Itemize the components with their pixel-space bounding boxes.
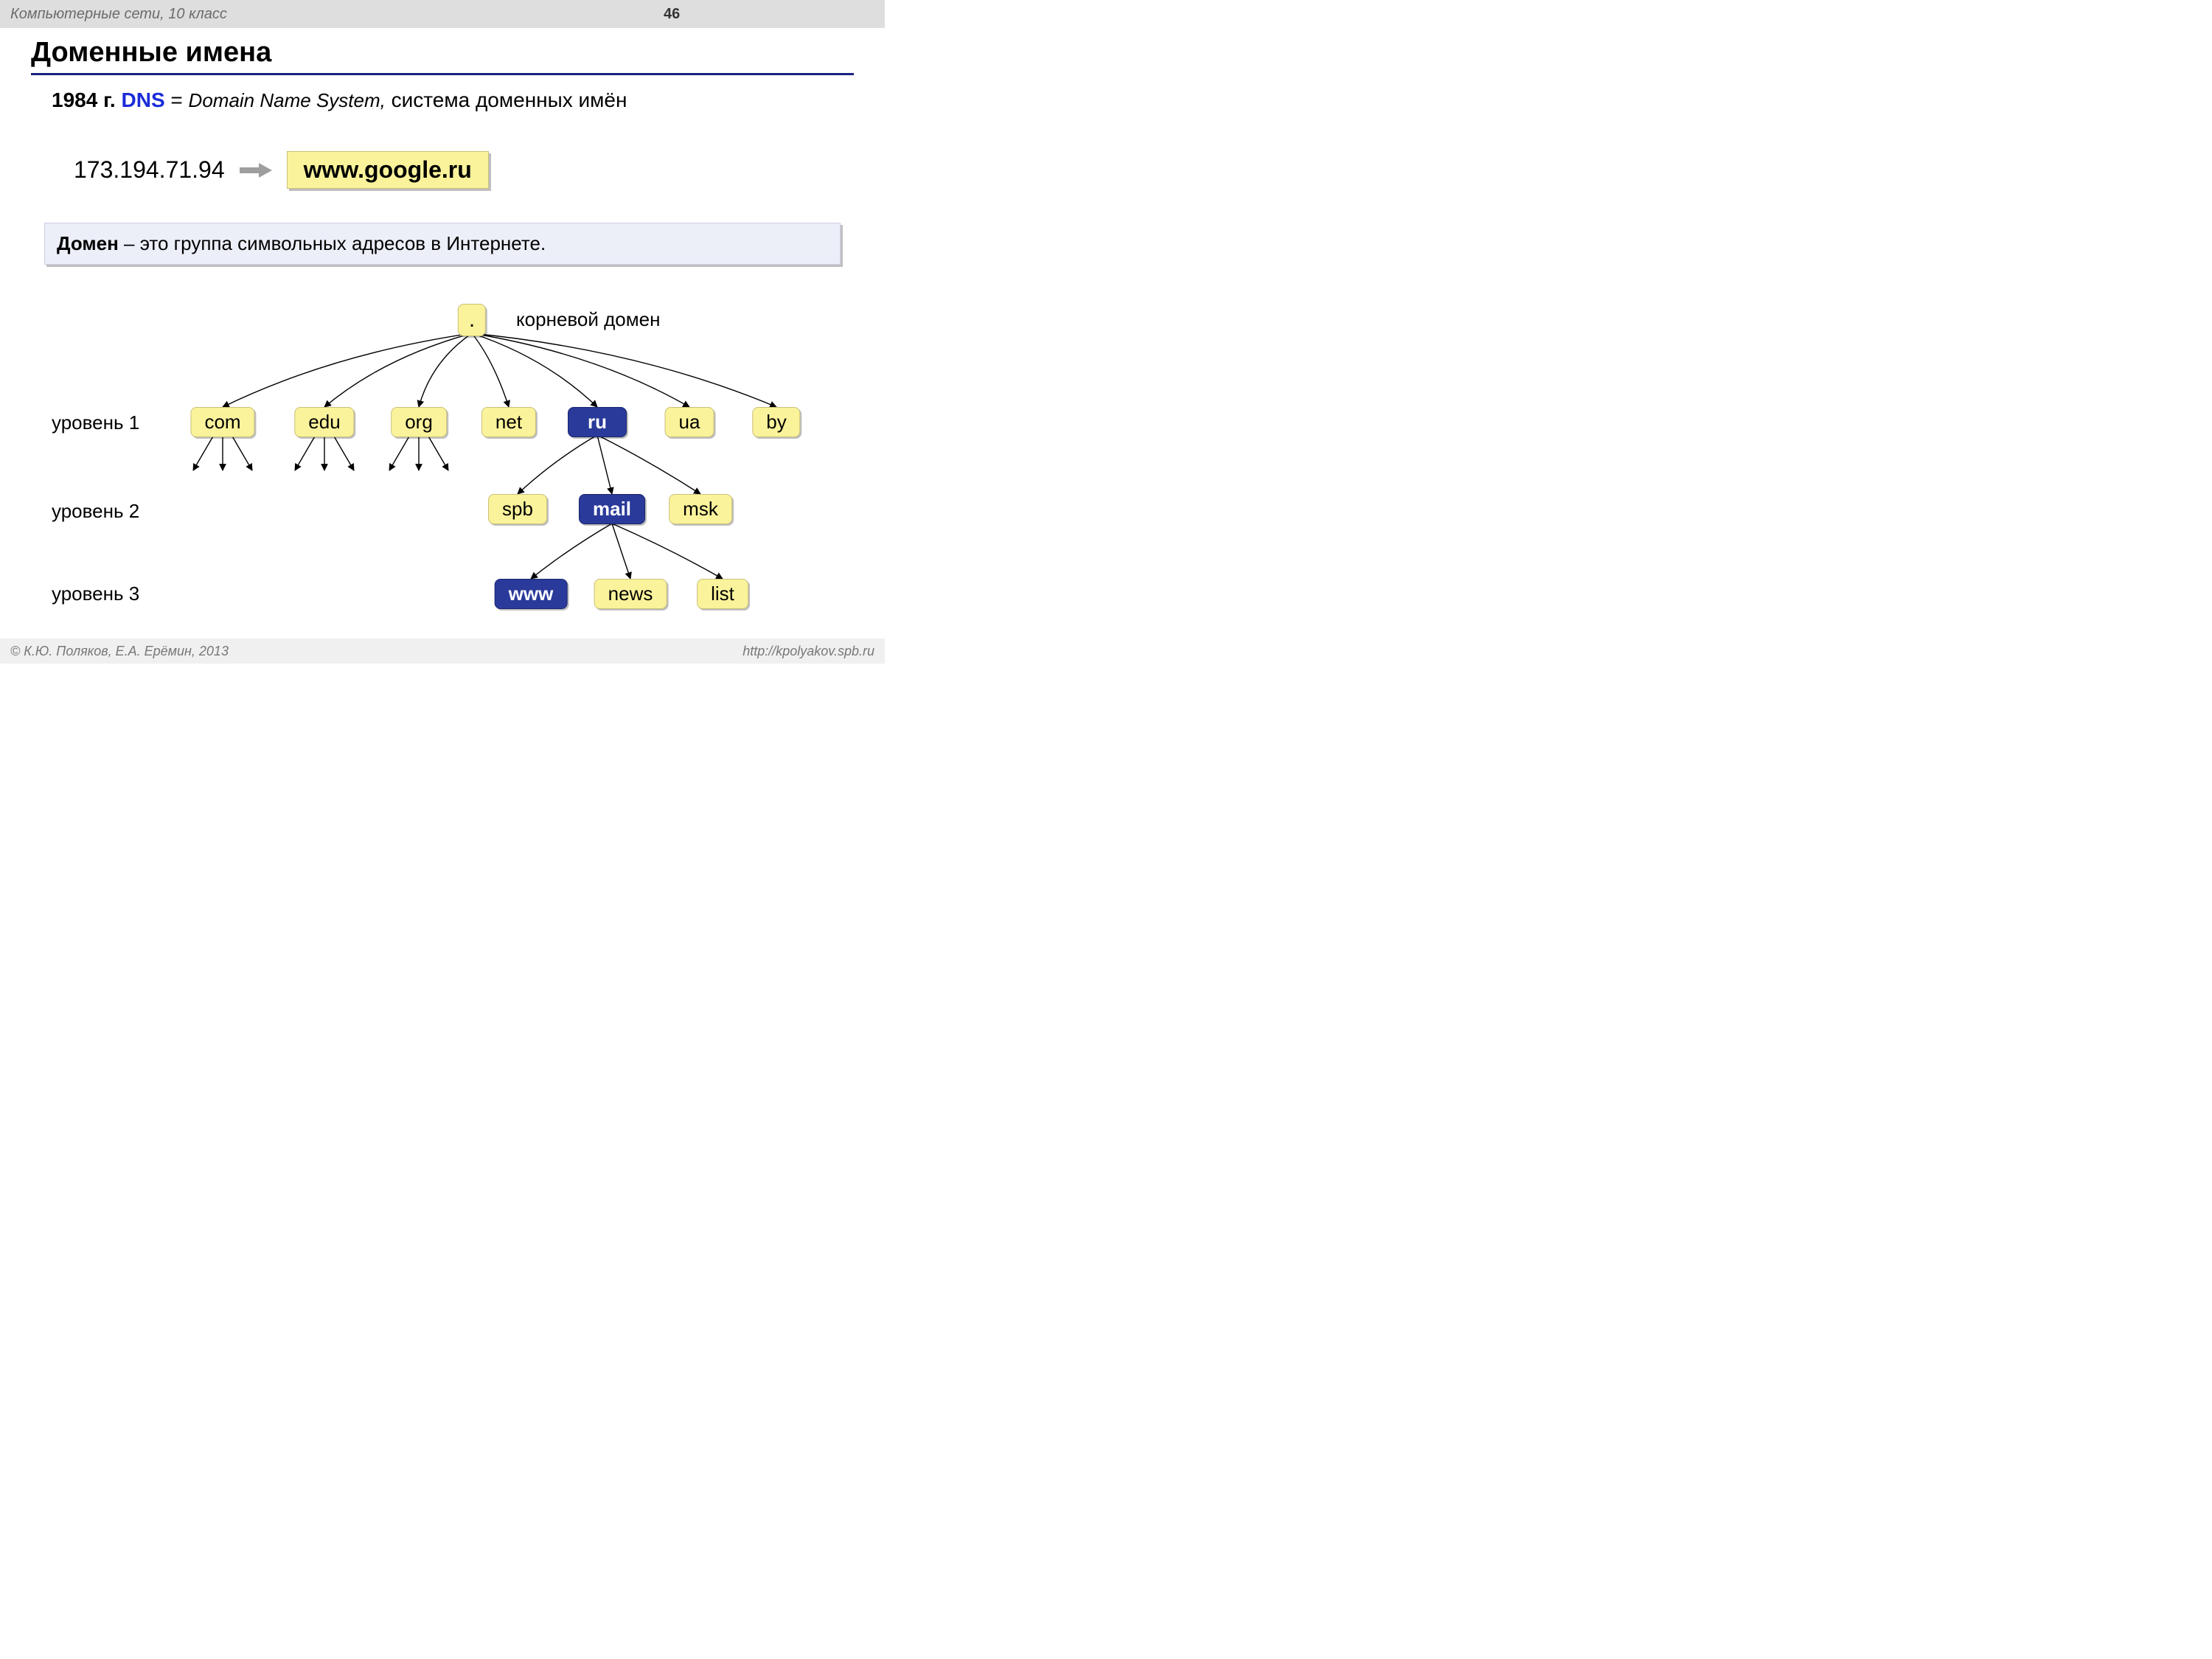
ip-address: 173.194.71.94 [74, 156, 225, 184]
level1-label: уровень 1 [52, 411, 139, 434]
header-bar: Компьютерные сети, 10 класс 46 [0, 0, 885, 28]
header-page-number: 46 [664, 6, 680, 23]
page-title: Доменные имена [31, 37, 854, 75]
header-subject: Компьютерные сети, 10 класс [10, 6, 874, 23]
dns-eq: = [170, 88, 182, 111]
node-msk: msk [669, 494, 732, 524]
level3-label: уровень 3 [52, 582, 139, 605]
dns-year: 1984 г. [52, 88, 116, 111]
node-edu: edu [294, 407, 354, 437]
dns-english: Domain Name System, [189, 89, 386, 111]
node-www: www [495, 579, 568, 609]
footer-url: http://kpolyakov.spb.ru [742, 644, 874, 659]
footer-bar: © К.Ю. Поляков, Е.А. Ерёмин, 2013 http:/… [0, 639, 885, 664]
dns-abbr: DNS [122, 88, 165, 111]
node-list: list [697, 579, 748, 609]
dns-russian: система доменных имён [392, 88, 627, 111]
node-ua: ua [665, 407, 714, 437]
level2-label: уровень 2 [52, 500, 139, 523]
footer-copyright: © К.Ю. Поляков, Е.А. Ерёмин, 2013 [10, 644, 229, 659]
definition-rest: – это группа символьных адресов в Интерн… [119, 232, 546, 254]
dns-definition-line: 1984 г. DNS = Domain Name System, систем… [52, 88, 627, 112]
arrow-right-icon [240, 161, 272, 179]
node-news: news [594, 579, 667, 609]
node-mail: mail [579, 494, 645, 524]
node-org: org [391, 407, 447, 437]
node-root: . [458, 304, 486, 336]
domain-box: www.google.ru [287, 151, 489, 189]
node-ru: ru [568, 407, 627, 437]
node-com: com [190, 407, 254, 437]
node-net: net [481, 407, 536, 437]
domain-definition-box: Домен – это группа символьных адресов в … [44, 223, 841, 265]
ip-to-domain-row: 173.194.71.94 www.google.ru [74, 151, 489, 189]
definition-term: Домен [57, 232, 119, 254]
node-by: by [752, 407, 800, 437]
node-spb: spb [488, 494, 547, 524]
domain-tree: . корневой домен уровень 1 уровень 2 уро… [0, 288, 885, 634]
root-caption: корневой домен [516, 308, 660, 331]
